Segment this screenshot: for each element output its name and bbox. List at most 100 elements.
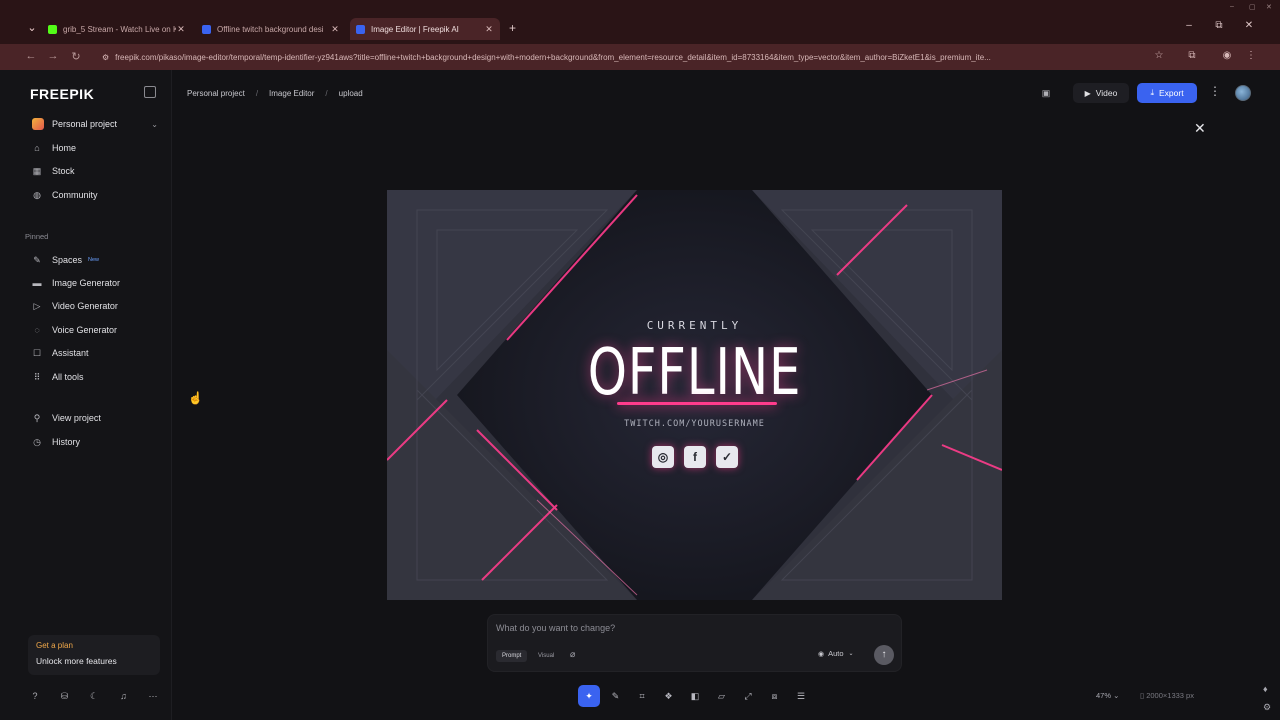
video-button-label: Video [1095,88,1118,98]
model-icon: ◉ [818,650,825,658]
sidebar-item-history[interactable]: ◷ History [28,432,158,452]
artwork-offline-headline: OFFLINE [587,336,802,410]
model-selector-label: Auto [828,649,844,658]
sidebar-item-assistant[interactable]: ☐ Assistant [28,343,158,363]
chevron-down-icon: ⌄ [151,119,158,129]
download-icon: ⤓ [1150,88,1154,97]
sidebar-item-community[interactable]: ◍ Community [28,185,158,205]
bookmark-star-icon[interactable]: ☆ [1152,50,1166,61]
freepik-favicon-icon [356,24,365,34]
upscale-tool-icon[interactable]: ⤢ [737,685,759,707]
facebook-icon: f [684,446,706,468]
more-options-icon[interactable]: ⋯ [146,691,160,702]
expand-tool-icon[interactable]: ◧ [684,685,706,707]
breadcrumb-personal-project[interactable]: Personal project [187,89,245,98]
image-dimensions: ▯ 2000×1333 px [1140,691,1194,700]
sidebar-item-stock[interactable]: ▦ Stock [28,161,158,181]
new-tab-icon[interactable]: + [509,21,516,35]
zoom-level[interactable]: 47% ⌄ [1096,691,1119,700]
tab-close-icon[interactable]: ✕ [484,24,494,35]
project-name: Personal project [52,119,118,129]
crop-tool-icon[interactable]: ⌗ [631,685,653,707]
retouch-tool-icon[interactable]: ❖ [658,685,680,707]
sidebar-item-label: Community [52,190,98,200]
sidebar: FREEPIK Personal project ⌄ ⌂ Home ▦ Stoc… [0,70,172,720]
video-button[interactable]: ▶ Video [1073,83,1129,103]
url-field[interactable]: ⚙ freepik.com/pikaso/image-editor/tempor… [102,48,1142,66]
theme-moon-icon[interactable]: ☾ [87,691,101,702]
site-info-icon[interactable]: ⚙ [102,53,109,62]
tab-close-icon[interactable]: ✕ [176,24,186,35]
prompt-panel: What do you want to change? Prompt Visua… [487,614,902,672]
brush-tool-icon[interactable]: ✎ [605,685,627,707]
close-editor-icon[interactable]: ✕ [1194,120,1206,137]
new-badge: New [88,257,100,263]
tab-search-icon[interactable]: ⌄ [24,20,40,36]
spaces-icon: ✎ [33,254,41,265]
remove-bg-tool-icon[interactable]: ▱ [711,685,733,707]
settings-icon[interactable]: ⚙ [1263,702,1271,713]
back-icon[interactable]: ← [24,50,38,62]
sidebar-item-label: Home [52,143,77,153]
breadcrumb-upload[interactable]: upload [339,89,363,98]
browser-tab-image-editor[interactable]: Image Editor | Freepik AI ✕ [350,18,500,40]
close-window-icon[interactable]: ✕ [1242,20,1256,31]
export-button[interactable]: ⤓ Export [1137,83,1197,103]
restore-top-icon[interactable]: ▢ [1249,3,1256,11]
app-window: ⌄ grib_5 Stream - Watch Live on K ✕ Offl… [0,0,1280,720]
voice-icon: ◌ [34,325,40,335]
save-to-folder-icon[interactable]: ▣ [1036,83,1056,103]
more-menu-icon[interactable]: ⋮ [1209,84,1221,98]
get-plan-card[interactable]: Get a plan Unlock more features [28,635,160,675]
export-button-label: Export [1158,88,1184,98]
prompt-input[interactable]: What do you want to change? [496,623,615,633]
freepik-logo[interactable]: FREEPIK [30,86,94,102]
editor-canvas-image[interactable]: CURRENTLY OFFLINE TWITCH.COM/YOURUSERNAM… [387,190,1002,600]
browser-tab-freepik-search[interactable]: Offline twitch background desi ✕ [196,18,346,40]
attach-paperclip-icon[interactable]: ⌀ [570,649,575,660]
tab-title: Image Editor | Freepik AI [371,24,459,34]
sidebar-toggle-icon[interactable] [144,86,156,98]
breadcrumb: Personal project / Image Editor / upload [187,86,363,100]
reload-icon[interactable]: ↻ [69,50,83,63]
restore-icon[interactable]: ⧉ [1212,20,1226,31]
sidebar-item-view-project[interactable]: ⚲ View project [28,408,158,428]
reimagine-tool-icon[interactable]: ⧈ [764,685,786,707]
sidebar-item-home[interactable]: ⌂ Home [28,138,158,158]
image-dimensions-value: 2000×1333 px [1146,691,1194,700]
sidebar-item-label: Video Generator [52,301,118,311]
twitter-icon: ✓ [716,446,738,468]
send-button[interactable]: ↑ [874,645,894,665]
notifications-icon[interactable]: ♫ [117,691,131,701]
minimize-icon[interactable]: – [1182,20,1196,31]
sidebar-item-label: Assistant [52,348,89,358]
sidebar-item-spaces[interactable]: ✎ Spaces New [28,250,158,270]
sidebar-item-voice-generator[interactable]: ◌ Voice Generator [28,320,158,340]
coin-icon[interactable]: ⛁ [58,691,72,702]
sidebar-item-all-tools[interactable]: ⠿ All tools [28,367,158,387]
sidebar-item-image-generator[interactable]: ▬ Image Generator [28,273,158,293]
history-icon: ◷ [33,436,41,447]
sidebar-item-video-generator[interactable]: ▷ Video Generator [28,296,158,316]
project-selector[interactable]: Personal project ⌄ [28,115,158,133]
apps-icon: ⠿ [33,371,41,382]
tab-close-icon[interactable]: ✕ [330,24,340,35]
profile-icon[interactable]: ◉ [1220,50,1234,61]
close-top-icon[interactable]: ✕ [1266,3,1272,11]
microphone-icon[interactable]: ♦ [1263,684,1268,694]
ai-edit-tool-icon[interactable]: ✦ [578,685,600,707]
grid-icon: ▦ [32,165,42,176]
project-avatar-icon [32,118,44,130]
forward-icon[interactable]: → [46,50,60,62]
breadcrumb-image-editor[interactable]: Image Editor [269,89,314,98]
browser-tab-kick[interactable]: grib_5 Stream - Watch Live on K ✕ [42,18,192,40]
adjust-tool-icon[interactable]: ☰ [790,685,812,707]
mode-prompt-tab[interactable]: Prompt [496,650,528,662]
browser-menu-icon[interactable]: ⋮ [1244,50,1258,61]
minimize-top-icon[interactable]: – [1230,3,1234,10]
extensions-icon[interactable]: ⧉ [1185,50,1199,61]
user-avatar[interactable] [1235,85,1251,101]
help-icon[interactable]: ? [28,691,42,701]
model-selector[interactable]: ◉ Auto ⌄ [818,649,854,658]
mode-visual-tab[interactable]: Visual [532,650,560,662]
